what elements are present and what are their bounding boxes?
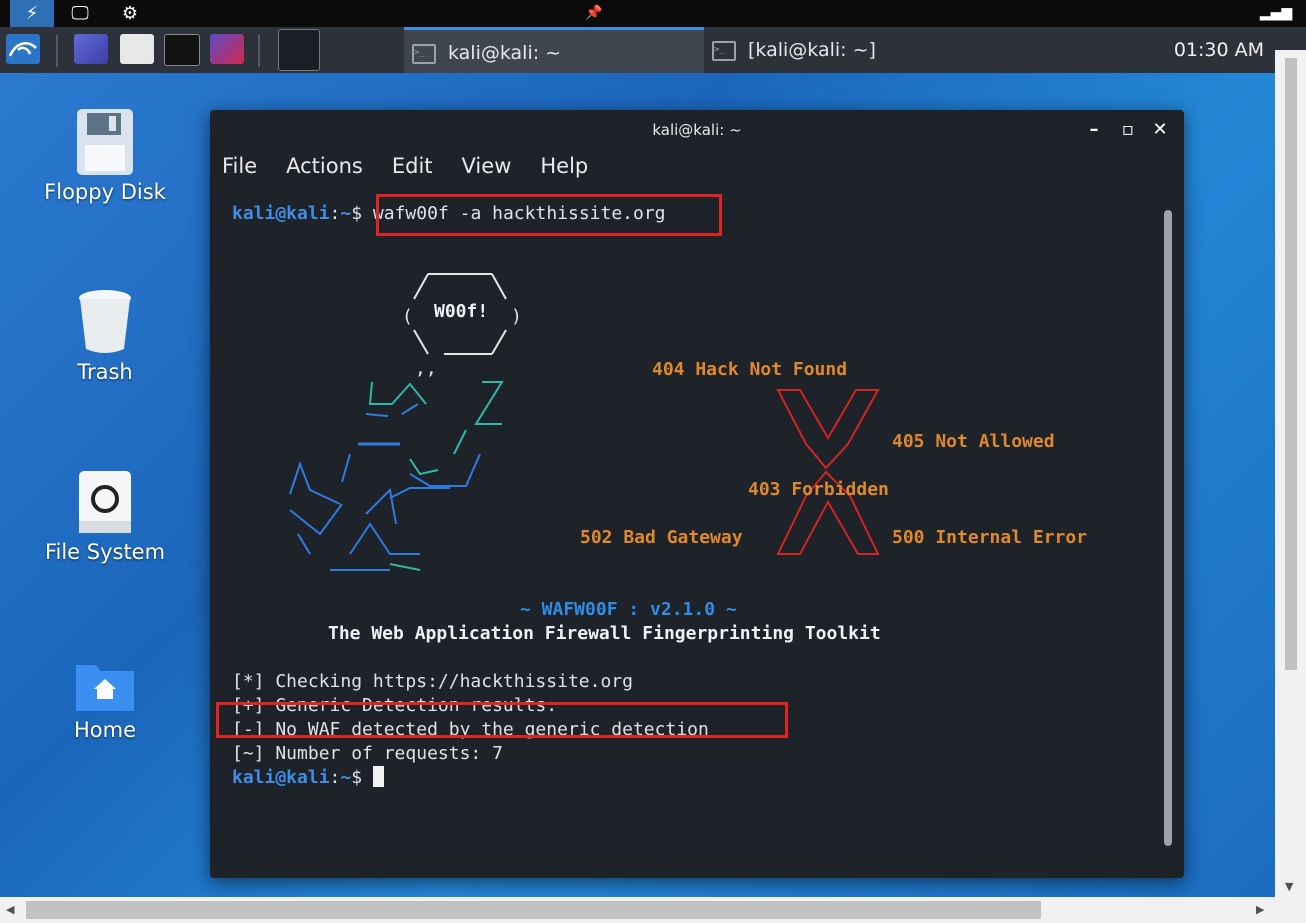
svg-text:): ) <box>511 306 522 327</box>
terminal-workspace-icon[interactable] <box>278 29 320 71</box>
prompt-user: kali@kali <box>232 203 330 224</box>
output-line: [~] Number of requests: 7 <box>232 743 503 764</box>
terminal-icon: >_ <box>412 43 436 64</box>
terminal-screen[interactable]: kali@kali:~$ wafw00f -a hackthissite.org… <box>210 194 1162 878</box>
version-banner: ~ WAFW00F : v2.1.0 ~ <box>520 599 737 620</box>
taskbar: >_ kali@kali: ~ >_ [kali@kali: ~] 01:30 AM <box>0 27 1306 73</box>
file-manager-icon[interactable] <box>120 34 154 64</box>
desktop-launcher-icon[interactable] <box>74 34 108 64</box>
svg-text:(: ( <box>402 306 413 327</box>
system-top-bar: ⚡ 🖵 ⚙ 📌 ▂▄▆ <box>0 0 1306 27</box>
task-label: [kali@kali: ~] <box>748 39 876 61</box>
terminal-icon: >_ <box>712 40 736 61</box>
menu-bar: File Actions Edit View Help <box>222 154 617 186</box>
vertical-scroll-thumb[interactable] <box>1285 58 1297 670</box>
terminal-scrollbar[interactable] <box>1164 210 1172 846</box>
bolt-icon[interactable]: ⚡ <box>10 0 54 27</box>
woof-ascii-art: ( ) ,, <box>289 273 522 571</box>
gear-icon[interactable]: ⚙ <box>112 0 148 27</box>
kali-menu-icon[interactable] <box>6 34 40 64</box>
screen-recorder-icon[interactable] <box>210 34 244 64</box>
signal-icon: ▂▄▆ <box>1259 5 1293 21</box>
floppy-icon <box>77 109 133 175</box>
minimize-icon[interactable]: – <box>1082 118 1106 142</box>
monitor-icon[interactable]: 🖵 <box>62 0 98 27</box>
scroll-left-arrow-icon[interactable]: ◀ <box>6 903 14 916</box>
menu-file[interactable]: File <box>222 154 257 178</box>
highlight-box-command <box>376 194 722 236</box>
scroll-down-arrow-icon[interactable]: ▼ <box>1285 880 1293 893</box>
desktop-icon-label: Floppy Disk <box>44 180 166 204</box>
desktop-icon-trash[interactable]: Trash <box>30 289 180 384</box>
output-line: [*] Checking https://hackthissite.org <box>232 671 633 692</box>
terminal-window[interactable]: kali@kali: ~ – ▫ ✕ File Actions Edit View He… <box>210 110 1184 878</box>
home-folder-icon <box>76 665 134 711</box>
error-502-label: 502 Bad Gateway <box>580 527 743 548</box>
desktop-icon-filesystem[interactable]: File System <box>30 469 180 564</box>
close-icon[interactable]: ✕ <box>1148 118 1172 142</box>
error-500-label: 500 Internal Error <box>892 527 1088 548</box>
horizontal-scroll-thumb[interactable] <box>26 901 1041 919</box>
scroll-right-arrow-icon[interactable]: ▶ <box>1256 903 1264 916</box>
drive-icon <box>79 471 131 533</box>
task-label: kali@kali: ~ <box>448 42 562 64</box>
error-403-label: 403 Forbidden <box>748 479 889 500</box>
red-x-ascii-art <box>776 389 880 555</box>
woof-label: W00f! <box>434 301 489 322</box>
error-405-label: 405 Not Allowed <box>892 431 1055 452</box>
menu-view[interactable]: View <box>462 154 512 178</box>
taskbar-separator <box>258 35 260 67</box>
error-404-label: 404 Hack Not Found <box>652 359 848 380</box>
svg-text:,,: ,, <box>415 358 437 379</box>
vertical-scrollbar[interactable]: ▼ <box>1275 50 1306 897</box>
trash-icon <box>79 290 131 353</box>
menu-actions[interactable]: Actions <box>286 154 363 178</box>
desktop-icon-label: Home <box>73 718 136 742</box>
task-terminal-active[interactable]: >_ kali@kali: ~ <box>404 27 704 73</box>
clock[interactable]: 01:30 AM <box>1174 27 1264 73</box>
desktop-icon-home[interactable]: Home <box>30 657 180 742</box>
highlight-box-result <box>216 702 788 738</box>
prompt-line: kali@kali:~$ <box>232 766 384 790</box>
menu-help[interactable]: Help <box>540 154 588 178</box>
tagline: The Web Application Firewall Fingerprint… <box>328 623 881 644</box>
task-terminal-inactive[interactable]: >_ [kali@kali: ~] <box>704 27 1004 73</box>
desktop-icon-label: File System <box>44 540 166 564</box>
horizontal-scrollbar[interactable]: ◀ ▶ <box>0 897 1306 923</box>
taskbar-separator <box>56 35 58 67</box>
text-cursor <box>372 766 384 787</box>
pin-icon[interactable]: 📌 <box>576 0 612 27</box>
maximize-icon[interactable]: ▫ <box>1116 118 1140 142</box>
window-title[interactable]: kali@kali: ~ <box>210 110 1184 150</box>
desktop-icon-label: Trash <box>77 360 133 384</box>
desktop-icon-floppy[interactable]: Floppy Disk <box>30 109 180 204</box>
menu-edit[interactable]: Edit <box>392 154 433 178</box>
terminal-launcher-icon[interactable] <box>164 34 200 66</box>
